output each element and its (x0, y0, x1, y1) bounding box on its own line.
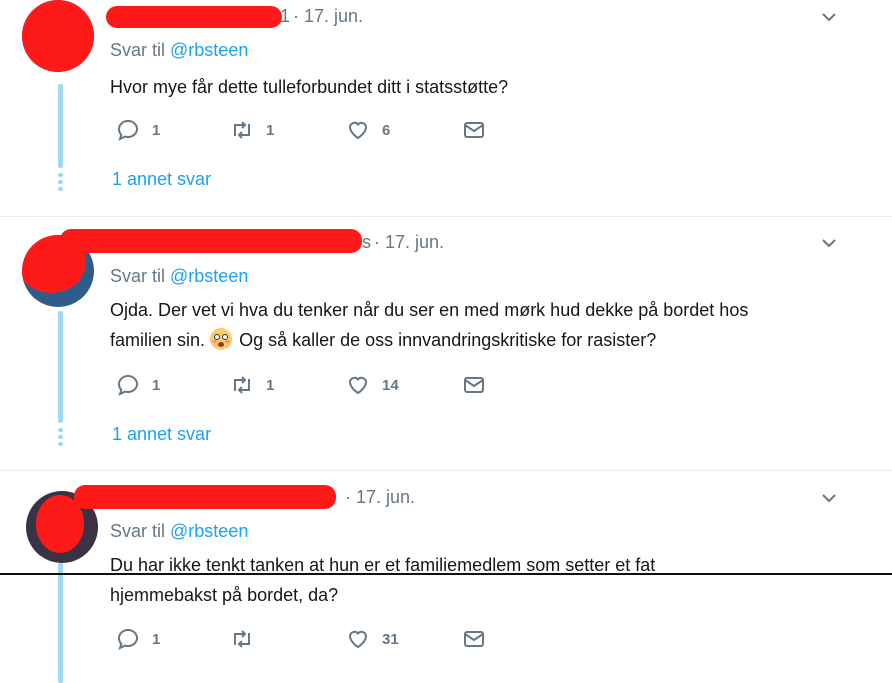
chevron-down-icon[interactable] (822, 10, 836, 24)
tweet-1[interactable]: 1 · 17. jun. Svar til @rbsteen Hvor mye … (0, 0, 892, 216)
tweet-2[interactable]: s · 17. jun. Svar til @rbsteen Ojda. Der… (0, 217, 892, 470)
like-icon (348, 121, 368, 140)
like-count: 6 (382, 121, 391, 139)
name-suffix: s (362, 232, 371, 252)
message-button[interactable] (462, 118, 486, 142)
flushed-face-emoji-icon (210, 328, 233, 350)
retweet-button[interactable] (230, 627, 266, 651)
reply-count: 1 (152, 630, 161, 648)
reply-icon (117, 119, 139, 141)
thread-line (58, 563, 63, 683)
retweet-icon (234, 630, 250, 648)
reply-prefix: Svar til (110, 266, 166, 286)
reply-to-line: Svar til @rbsteen (110, 40, 248, 61)
tweet-text-line: Hvor mye får dette tulleforbundet ditt i… (110, 77, 509, 97)
tweet-text-fragment: familien sin. (110, 330, 206, 350)
avatar[interactable] (22, 0, 94, 72)
like-button[interactable]: 14 (346, 373, 399, 397)
reply-handle[interactable]: @rbsteen (170, 40, 248, 60)
message-button[interactable] (462, 627, 486, 651)
tweet-date[interactable]: · 17. jun. (374, 232, 444, 253)
retweet-count: 1 (266, 121, 275, 139)
thread-dots (58, 173, 63, 194)
retweet-count: 1 (266, 376, 275, 394)
reply-count: 1 (152, 376, 161, 394)
like-button[interactable]: 31 (346, 627, 399, 651)
tweet-text-line: hjemmebakst på bordet, da? (110, 585, 339, 605)
chevron-down-icon[interactable] (822, 491, 836, 505)
message-button[interactable] (462, 373, 486, 397)
thread-line (58, 84, 63, 168)
retweet-button[interactable]: 1 (230, 373, 274, 397)
tweet-date[interactable]: · 17. jun. (293, 6, 363, 27)
reply-button[interactable]: 1 (116, 373, 160, 397)
tweet-text-line: familien sin. Og så kaller de oss innvan… (110, 325, 850, 355)
retweet-button[interactable]: 1 (230, 118, 274, 142)
tweet-text-line: Du har ikke tenkt tanken at hun er et fa… (110, 555, 656, 575)
reply-handle[interactable]: @rbsteen (170, 266, 248, 286)
message-icon (464, 122, 484, 138)
tweet-3[interactable]: · 17. jun. Svar til @rbsteen Du har ikke… (0, 471, 892, 683)
reply-prefix: Svar til (110, 521, 166, 541)
tweet-text: Hvor mye får dette tulleforbundet ditt i… (110, 72, 850, 102)
tweet-text: Du har ikke tenkt tanken at hun er et fa… (110, 550, 850, 610)
retweet-icon (234, 376, 250, 394)
like-icon (348, 376, 368, 395)
message-icon (464, 631, 484, 647)
like-count: 31 (382, 630, 399, 648)
reply-to-line: Svar til @rbsteen (110, 266, 248, 287)
tweet-text-line: Ojda. Der vet vi hva du tenker når du se… (110, 300, 749, 320)
name-redaction (106, 6, 282, 28)
name-redaction (60, 229, 362, 253)
thread-line (58, 311, 63, 423)
thread-dots (58, 428, 63, 449)
tweet-date[interactable]: · 17. jun. (345, 487, 415, 508)
name-redaction (74, 485, 336, 509)
chevron-down-icon[interactable] (822, 236, 836, 250)
retweet-icon (234, 121, 250, 139)
screenshot-crop-line (0, 573, 892, 575)
reply-icon (117, 628, 139, 650)
more-replies-link[interactable]: 1 annet svar (112, 169, 211, 190)
reply-to-line: Svar til @rbsteen (110, 521, 248, 542)
tweet-text-fragment: Og så kaller de oss innvandringskritiske… (239, 330, 657, 350)
message-icon (464, 377, 484, 393)
avatar-redaction (22, 0, 94, 72)
reply-button[interactable]: 1 (116, 118, 160, 142)
like-button[interactable]: 6 (346, 118, 390, 142)
reply-icon (117, 374, 139, 396)
like-icon (348, 630, 368, 649)
reply-handle[interactable]: @rbsteen (170, 521, 248, 541)
name-suffix: 1 (280, 6, 291, 26)
more-replies-link[interactable]: 1 annet svar (112, 424, 211, 445)
like-count: 14 (382, 376, 399, 394)
reply-count: 1 (152, 121, 161, 139)
tweet-text: Ojda. Der vet vi hva du tenker når du se… (110, 295, 850, 355)
reply-button[interactable]: 1 (116, 627, 160, 651)
reply-prefix: Svar til (110, 40, 166, 60)
